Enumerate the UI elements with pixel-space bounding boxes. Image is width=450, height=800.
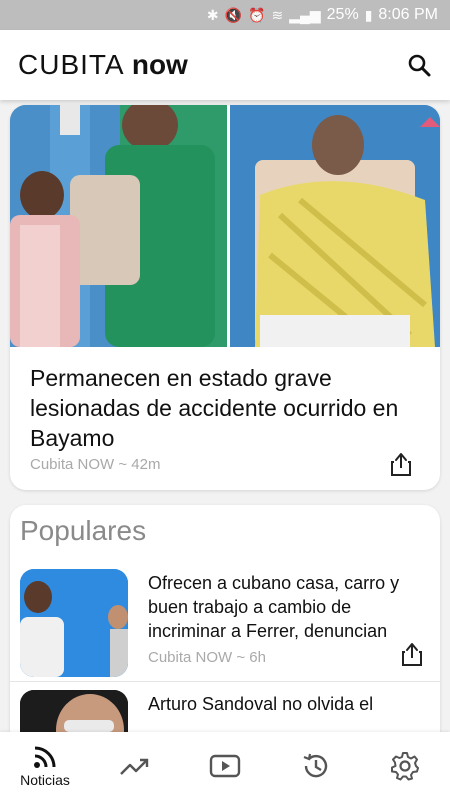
status-bar: ✱ 🔇 ⏰ ≋ ▂▄▆ 25% ▮ 8:06 PM	[0, 0, 450, 30]
bottom-navigation: Noticias	[0, 732, 450, 800]
image-panel-left	[10, 105, 227, 347]
gear-icon	[391, 752, 419, 781]
tab-video[interactable]	[180, 732, 270, 800]
featured-article-title[interactable]: Permanecen en estado grave lesionadas de…	[10, 347, 440, 453]
app-logo: CUBITA now	[18, 49, 188, 80]
trending-icon	[120, 758, 149, 775]
article-thumbnail	[20, 690, 128, 732]
popular-section: Populares Ofrecen a cubano casa, carro y…	[10, 505, 440, 732]
share-icon	[402, 643, 422, 666]
tab-label: Noticias	[20, 772, 70, 788]
mute-icon: 🔇	[224, 6, 243, 23]
tab-trending[interactable]	[90, 732, 180, 800]
article-meta: Cubita NOW ~ 6h	[148, 649, 266, 666]
tab-noticias[interactable]: Noticias	[0, 732, 90, 800]
video-icon	[209, 754, 241, 778]
featured-article-image	[10, 105, 440, 347]
article-thumbnail	[20, 569, 128, 677]
tab-settings[interactable]	[360, 732, 450, 800]
search-icon	[408, 54, 431, 77]
share-icon	[391, 453, 411, 476]
share-button[interactable]	[399, 641, 425, 667]
rss-icon	[34, 746, 56, 768]
featured-article-card[interactable]: Permanecen en estado grave lesionadas de…	[10, 105, 440, 490]
list-item[interactable]: Ofrecen a cubano casa, carro y buen trab…	[10, 561, 440, 681]
history-icon	[303, 753, 328, 778]
list-item[interactable]: Arturo Sandoval no olvida el	[10, 682, 440, 732]
clock: 8:06 PM	[378, 6, 438, 23]
share-button[interactable]	[388, 451, 414, 477]
battery-level: 25%	[326, 6, 359, 23]
bluetooth-icon: ✱	[206, 6, 219, 23]
search-button[interactable]	[404, 50, 434, 80]
article-title[interactable]: Ofrecen a cubano casa, carro y buen trab…	[148, 571, 418, 643]
image-panel-right	[230, 105, 440, 347]
alarm-icon: ⏰	[248, 6, 266, 23]
featured-article-meta: Cubita NOW ~ 42m	[30, 456, 161, 473]
battery-icon: ▮	[364, 6, 373, 23]
signal-icon: ▂▄▆	[289, 6, 321, 23]
wifi-icon: ≋	[271, 6, 284, 23]
article-title[interactable]: Arturo Sandoval no olvida el	[148, 692, 418, 716]
popular-heading: Populares	[20, 515, 147, 546]
tab-history[interactable]	[270, 732, 360, 800]
news-feed[interactable]: Permanecen en estado grave lesionadas de…	[0, 100, 450, 732]
app-bar: CUBITA now	[0, 30, 450, 100]
